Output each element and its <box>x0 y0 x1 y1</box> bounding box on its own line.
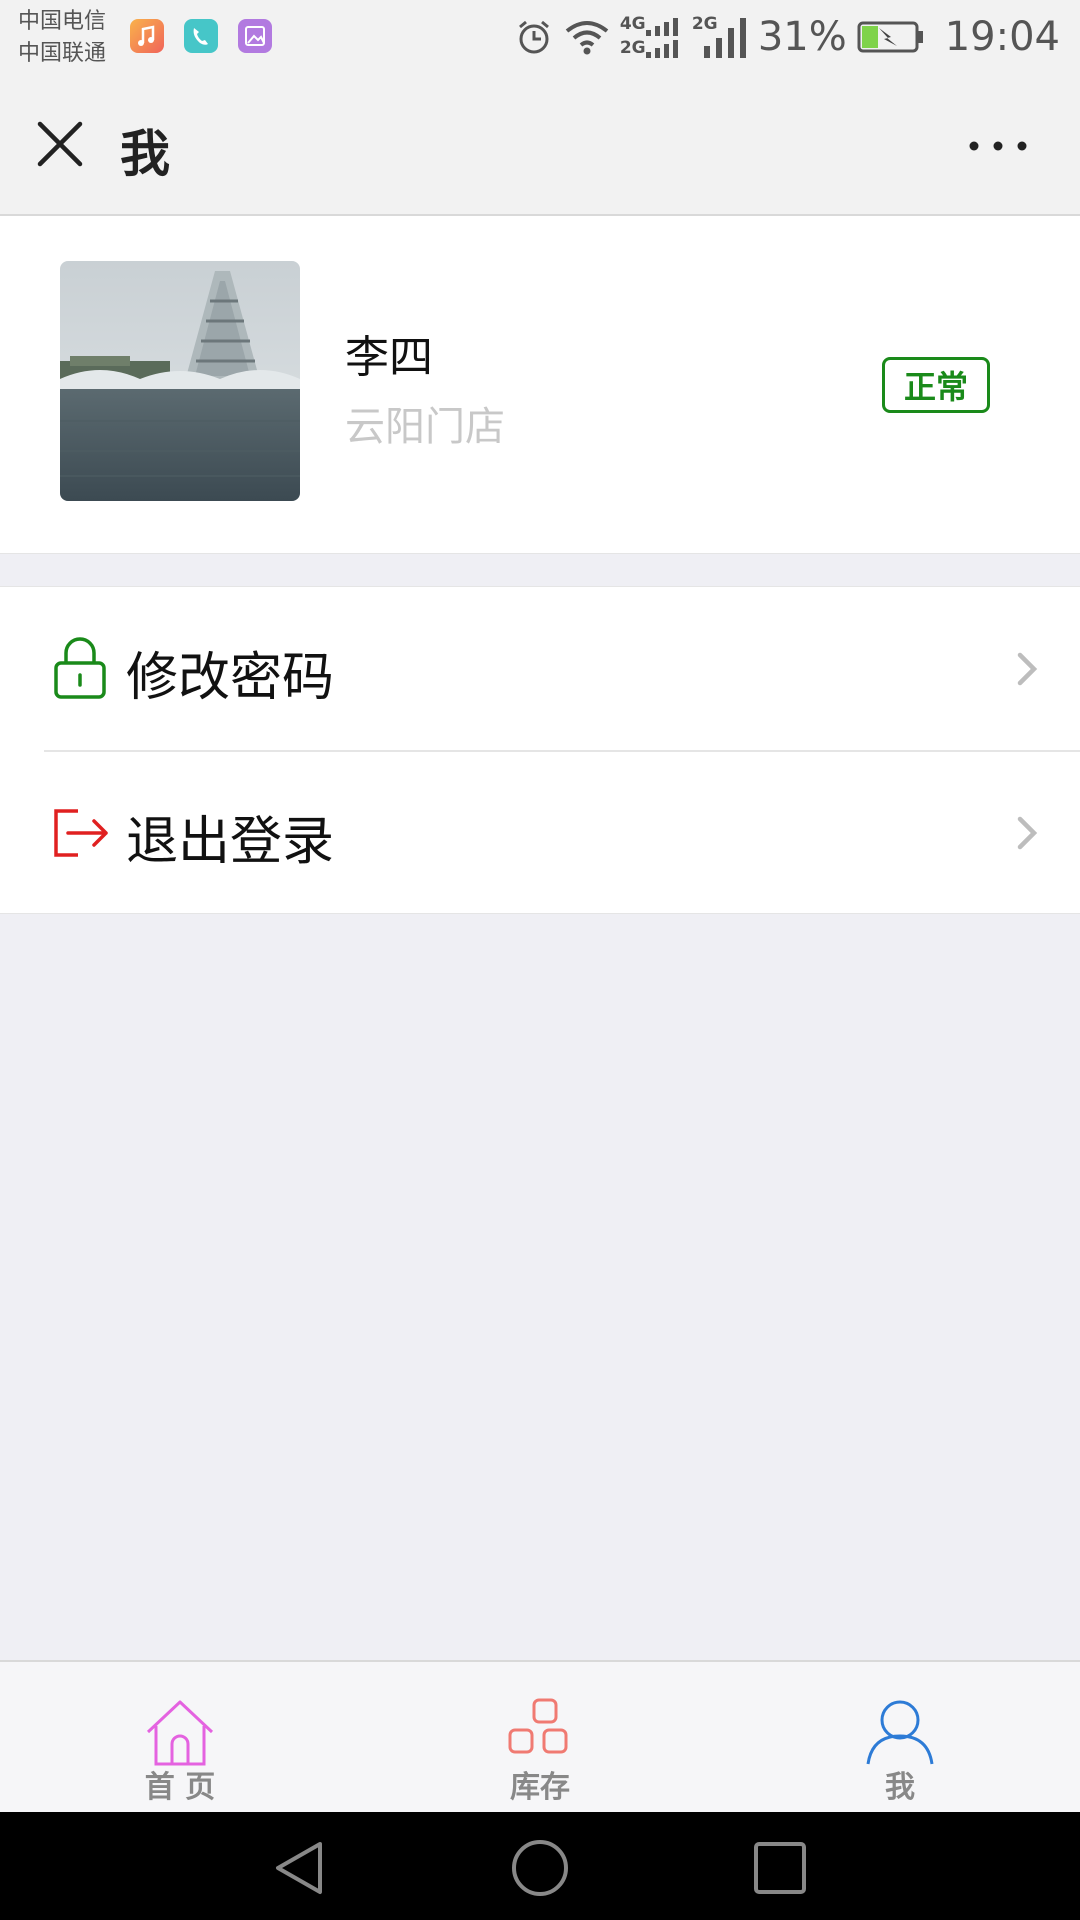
menu-item-label: 修改密码 <box>126 648 335 708</box>
battery-charging-icon <box>857 21 923 53</box>
change-password-item[interactable]: 修改密码 <box>0 587 1080 751</box>
back-icon[interactable] <box>272 1840 328 1896</box>
alarm-icon <box>518 20 549 54</box>
battery-percent: 31% <box>757 14 847 60</box>
home-icon <box>146 1700 214 1766</box>
carrier-info: 中国电信 中国联通 <box>18 6 106 70</box>
user-name: 李四 <box>345 332 433 383</box>
home-button-icon[interactable] <box>510 1840 570 1896</box>
lock-icon <box>54 637 106 699</box>
logout-item[interactable]: 退出登录 <box>0 751 1080 915</box>
tab-home[interactable]: 首 页 <box>0 1662 360 1812</box>
user-icon <box>866 1700 934 1765</box>
page-title: 我 <box>120 125 170 183</box>
nav-bar: 我 <box>0 74 1080 216</box>
tab-inventory[interactable]: 库存 <box>360 1662 720 1812</box>
gallery-app-icon <box>238 19 272 53</box>
chevron-right-icon <box>1017 816 1038 850</box>
more-icon[interactable] <box>968 140 1028 152</box>
grid-icon <box>508 1698 568 1754</box>
music-app-icon <box>130 19 164 53</box>
carrier-2: 中国联通 <box>18 41 107 66</box>
logout-icon <box>54 809 108 857</box>
status-bar: 中国电信 中国联通 4G 2G 2G 31% 19:04 <box>0 0 1080 74</box>
system-nav-bar <box>0 1812 1080 1920</box>
signal-icon <box>645 18 678 58</box>
tab-label: 我 <box>885 1770 915 1805</box>
tab-label: 首 页 <box>144 1770 216 1805</box>
recents-icon[interactable] <box>752 1840 808 1896</box>
tab-label: 库存 <box>510 1770 570 1805</box>
signal-icon <box>703 18 746 58</box>
carrier-1: 中国电信 <box>18 9 107 34</box>
settings-menu: 修改密码 退出登录 <box>0 586 1080 914</box>
network-type-1: 4G <box>619 14 646 34</box>
close-icon[interactable] <box>34 118 86 170</box>
tab-me[interactable]: 我 <box>720 1662 1080 1812</box>
screen: 中国电信 中国联通 4G 2G 2G 31% 19:04 我 李四 云阳门店 正… <box>0 0 1080 1920</box>
signal-2: 2G <box>692 12 748 62</box>
network-type-2: 2G <box>619 38 646 58</box>
menu-item-label: 退出登录 <box>126 812 335 872</box>
avatar[interactable] <box>60 261 300 501</box>
dual-signal: 4G 2G <box>620 12 682 62</box>
profile-card: 李四 云阳门店 正常 <box>0 216 1080 554</box>
wifi-icon <box>565 21 609 55</box>
status-badge: 正常 <box>882 357 990 413</box>
clock: 19:04 <box>944 14 1060 60</box>
phone-app-icon <box>184 19 218 53</box>
store-name: 云阳门店 <box>345 404 505 450</box>
tab-bar: 首 页 库存 我 <box>0 1660 1080 1812</box>
chevron-right-icon <box>1017 652 1038 686</box>
status-icons: 4G 2G 2G 31% 19:04 <box>514 0 1060 74</box>
